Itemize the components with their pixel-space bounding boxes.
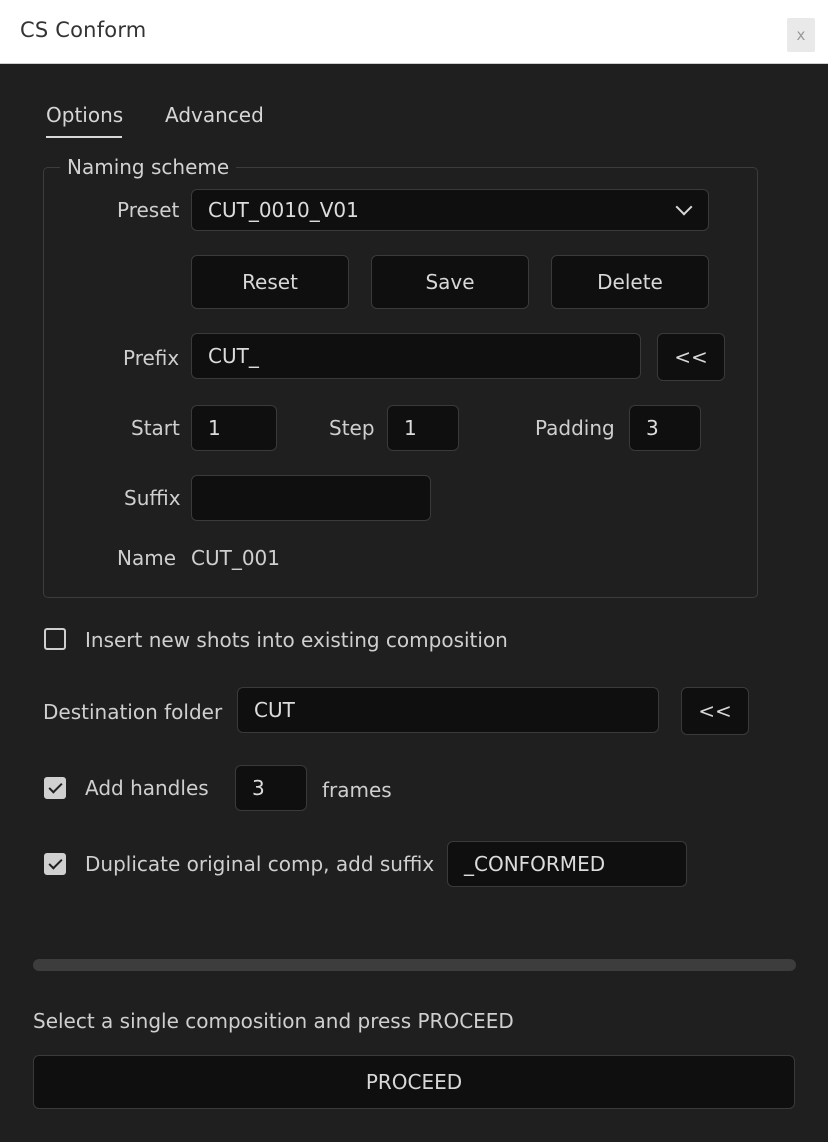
suffix-label: Suffix	[124, 486, 181, 510]
destination-pick-button[interactable]: <<	[681, 687, 749, 735]
tab-options-underline	[46, 136, 122, 138]
window-title: CS Conform	[20, 18, 147, 42]
title-bar: CS Conform x	[0, 0, 828, 64]
destination-folder-value: CUT	[254, 698, 295, 722]
prefix-pick-button[interactable]: <<	[657, 333, 725, 381]
close-button[interactable]: x	[787, 18, 815, 52]
add-handles-label: Add handles	[85, 776, 209, 800]
duplicate-comp-label: Duplicate original comp, add suffix	[85, 852, 435, 876]
padding-input[interactable]: 3	[629, 405, 701, 451]
tab-options[interactable]: Options	[46, 103, 123, 127]
prefix-pick-label: <<	[674, 345, 708, 369]
tab-advanced[interactable]: Advanced	[165, 103, 264, 127]
padding-label: Padding	[535, 416, 615, 440]
handles-input[interactable]: 3	[235, 765, 307, 811]
step-label: Step	[329, 416, 375, 440]
handles-unit-label: frames	[322, 778, 392, 802]
add-handles-checkbox[interactable]	[44, 777, 66, 799]
preset-select-value: CUT_0010_V01	[208, 198, 359, 222]
insert-shots-label: Insert new shots into existing compositi…	[85, 628, 508, 652]
name-preview-value: CUT_001	[191, 546, 280, 570]
naming-scheme-legend: Naming scheme	[60, 155, 237, 179]
naming-scheme-group	[43, 167, 758, 598]
step-input[interactable]: 1	[387, 405, 459, 451]
preset-select[interactable]: CUT_0010_V01	[191, 189, 709, 231]
destination-folder-input[interactable]: CUT	[237, 687, 659, 733]
padding-input-value: 3	[646, 416, 659, 440]
progress-bar	[33, 959, 796, 971]
handles-input-value: 3	[252, 776, 265, 800]
start-input-value: 1	[208, 416, 221, 440]
chevron-down-icon	[675, 198, 693, 216]
delete-button[interactable]: Delete	[551, 255, 709, 309]
proceed-button-label: PROCEED	[365, 1070, 463, 1094]
step-input-value: 1	[404, 416, 417, 440]
insert-shots-checkbox[interactable]	[44, 628, 66, 650]
duplicate-suffix-value: _CONFORMED	[464, 852, 606, 876]
proceed-button[interactable]: PROCEED	[33, 1055, 795, 1109]
prefix-input[interactable]: CUT_	[191, 333, 641, 379]
save-button-label: Save	[425, 270, 475, 294]
delete-button-label: Delete	[597, 270, 663, 294]
start-input[interactable]: 1	[191, 405, 277, 451]
preset-label: Preset	[117, 198, 180, 222]
destination-folder-label: Destination folder	[43, 700, 223, 724]
duplicate-comp-checkbox[interactable]	[44, 853, 66, 875]
save-button[interactable]: Save	[371, 255, 529, 309]
status-text: Select a single composition and press PR…	[33, 1009, 514, 1033]
close-icon: x	[796, 26, 806, 44]
reset-button[interactable]: Reset	[191, 255, 349, 309]
duplicate-suffix-input[interactable]: _CONFORMED	[447, 841, 687, 887]
name-label: Name	[117, 546, 177, 570]
start-label: Start	[131, 416, 180, 440]
prefix-input-value: CUT_	[208, 344, 259, 368]
destination-pick-label: <<	[698, 699, 732, 723]
suffix-input[interactable]	[191, 475, 431, 521]
reset-button-label: Reset	[242, 270, 298, 294]
prefix-label: Prefix	[123, 346, 180, 370]
